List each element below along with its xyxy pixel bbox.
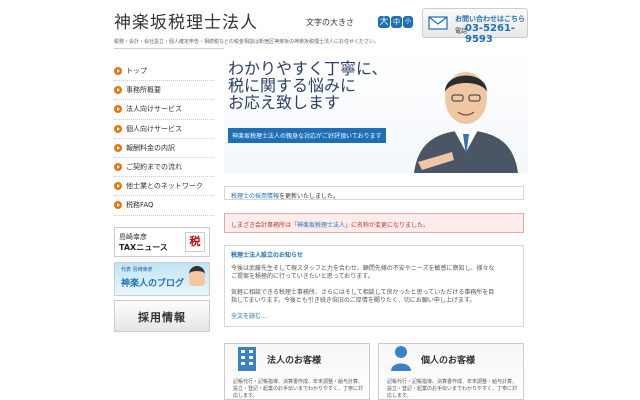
notice-text: を更新いたしました。	[279, 193, 340, 200]
avatar	[189, 266, 205, 286]
firm-link[interactable]: 神楽坂税理士法人	[297, 222, 345, 229]
banner-author: 島崎幸彦	[119, 233, 147, 241]
nav-item-fees[interactable]: 報酬料金の内訳	[114, 139, 214, 158]
person-icon	[391, 346, 411, 371]
recruit-link[interactable]: 税理士の採用情報	[231, 193, 279, 200]
news-title: 税理士法人設立のお知らせ	[231, 252, 303, 259]
sidebar-nav: トップ 事務所概要 法人向けサービス 個人向けサービス 報酬料金の内訳 ご契約ま…	[114, 62, 214, 216]
hero-headline-line: 税に関する悩みに	[228, 76, 357, 95]
individual-service-card[interactable]: 個人のお客様 記帳代行・記帳指導、決算書作成、年末調整・給与計算、設立・登記・起…	[378, 343, 524, 400]
arrow-right-icon	[114, 105, 122, 114]
news-paragraph: 今後は武藤先生そして現スタッフと力を合わせ、顧問先様の不安やニーズを敏感に察知し…	[231, 265, 495, 272]
building-icon	[238, 347, 256, 371]
nav-item-corporate[interactable]: 法人向けサービス	[114, 100, 214, 120]
font-size-label: 文字の大きさ	[306, 18, 354, 27]
service-description: 記帳代行・記帳指導、決算書作成、年末調整・給与計算、設立・登記・起業のお手伝いま…	[233, 379, 364, 399]
nav-item-label: ご契約までの流れ	[126, 163, 182, 172]
blog-banner[interactable]: 代表 島崎幸彦 神楽人のブログ	[114, 262, 210, 296]
notice-text: しまざき会計事務所は「	[231, 222, 298, 229]
service-description: 記帳代行・記帳指導、決算書作成、年末調整・給与計算、設立・登記・起業のお手伝いま…	[387, 379, 518, 399]
nav-item-label: 事務所概要	[126, 86, 161, 95]
envelope-icon	[428, 16, 448, 30]
nav-item-label: 法人向けサービス	[126, 105, 182, 114]
news-paragraph: 気軽に相談できる税理士事務所、さらにはそして相談して良かったと思っていただける事…	[231, 289, 495, 296]
arrow-right-icon	[114, 182, 122, 191]
nav-item-label: 報酬料金の内訳	[126, 143, 175, 152]
nav-item-network[interactable]: 他士業とのネットワーク	[114, 177, 214, 197]
hero-subline: 神楽坂税理士法人の親身な対応がご好評頂いております	[228, 128, 386, 143]
font-size-small-button[interactable]: 小	[403, 16, 413, 28]
notice-text: 」に名称が変更になりました。	[345, 222, 430, 229]
tax-badge-icon: 税	[185, 232, 205, 252]
service-title: 法人のお客様	[267, 356, 322, 366]
arrow-right-icon	[114, 67, 122, 76]
notice-rename: しまざき会計事務所は「神楽坂税理士法人」に名称が変更になりました。	[224, 213, 524, 233]
nav-item-label: 税務FAQ	[126, 201, 154, 210]
site-title[interactable]: 神楽坂税理士法人	[114, 8, 258, 33]
notice-recruit: 税理士の採用情報を更新いたしました。	[224, 186, 524, 200]
tagline: 税務・会計・会社設立・個人確定申告・相続税などの税金相談は新宿区神楽坂の神楽坂税…	[114, 39, 380, 45]
service-title: 個人のお客様	[421, 356, 476, 366]
arrow-right-icon	[114, 143, 122, 152]
nav-item-individual[interactable]: 個人向けサービス	[114, 120, 214, 139]
banner-author: 代表 島崎幸彦	[121, 267, 153, 273]
hero-headline-line: お応え致します	[228, 93, 341, 112]
arrow-right-icon	[114, 201, 122, 210]
nav-item-faq[interactable]: 税務FAQ	[114, 196, 214, 216]
tel-number: 03-5261-9593	[465, 23, 516, 45]
read-more-link[interactable]: 全文を読む...	[231, 313, 517, 321]
arrow-right-icon	[114, 124, 122, 133]
nav-item-top[interactable]: トップ	[114, 62, 214, 82]
tax-news-banner[interactable]: 島崎幸彦 TAXニュース 税	[114, 227, 210, 257]
nav-item-label: トップ	[126, 67, 147, 76]
nav-item-office[interactable]: 事務所概要	[114, 81, 214, 101]
arrow-right-icon	[114, 163, 122, 172]
nav-item-label: 他士業とのネットワーク	[126, 182, 203, 191]
news-paragraph: ご提案を積極的に行っていきたいと思っております。	[231, 273, 374, 280]
recruit-banner[interactable]: 採用情報	[114, 300, 210, 332]
contact-button[interactable]: お問い合わせはこちら 電話 03-5261-9593	[422, 8, 528, 45]
banner-title: 神楽人のブログ	[121, 279, 185, 289]
arrow-right-icon	[114, 86, 122, 95]
nav-item-flow[interactable]: ご契約までの流れ	[114, 158, 214, 178]
font-size-medium-button[interactable]: 中	[391, 16, 402, 28]
news-paragraph: 指してまいります。今後とも引き続き倍旧のご厚情を賜りたく、切にお願い申し上げます…	[231, 297, 476, 304]
corporate-service-card[interactable]: 法人のお客様 記帳代行・記帳指導、決算書作成、年末調整・給与計算、設立・登記・起…	[224, 343, 370, 400]
nav-item-label: 個人向けサービス	[126, 124, 182, 133]
banner-title: 採用情報	[138, 311, 186, 324]
hero-banner: わかりやすく丁寧に、 税に関する悩みに お応え致します 神楽坂税理士法人の親身な…	[224, 48, 528, 173]
hero-headline-line: わかりやすく丁寧に、	[228, 59, 388, 78]
news-box: 税理士法人設立のお知らせ 今後は武藤先生そして現スタッフと力を合わせ、顧問先様の…	[224, 245, 524, 327]
font-size-large-button[interactable]: 大	[378, 16, 390, 28]
person-photo	[414, 72, 518, 173]
hero-headline: わかりやすく丁寧に、 税に関する悩みに お応え致します	[228, 60, 388, 111]
banner-title: TAXニュース	[119, 243, 168, 252]
